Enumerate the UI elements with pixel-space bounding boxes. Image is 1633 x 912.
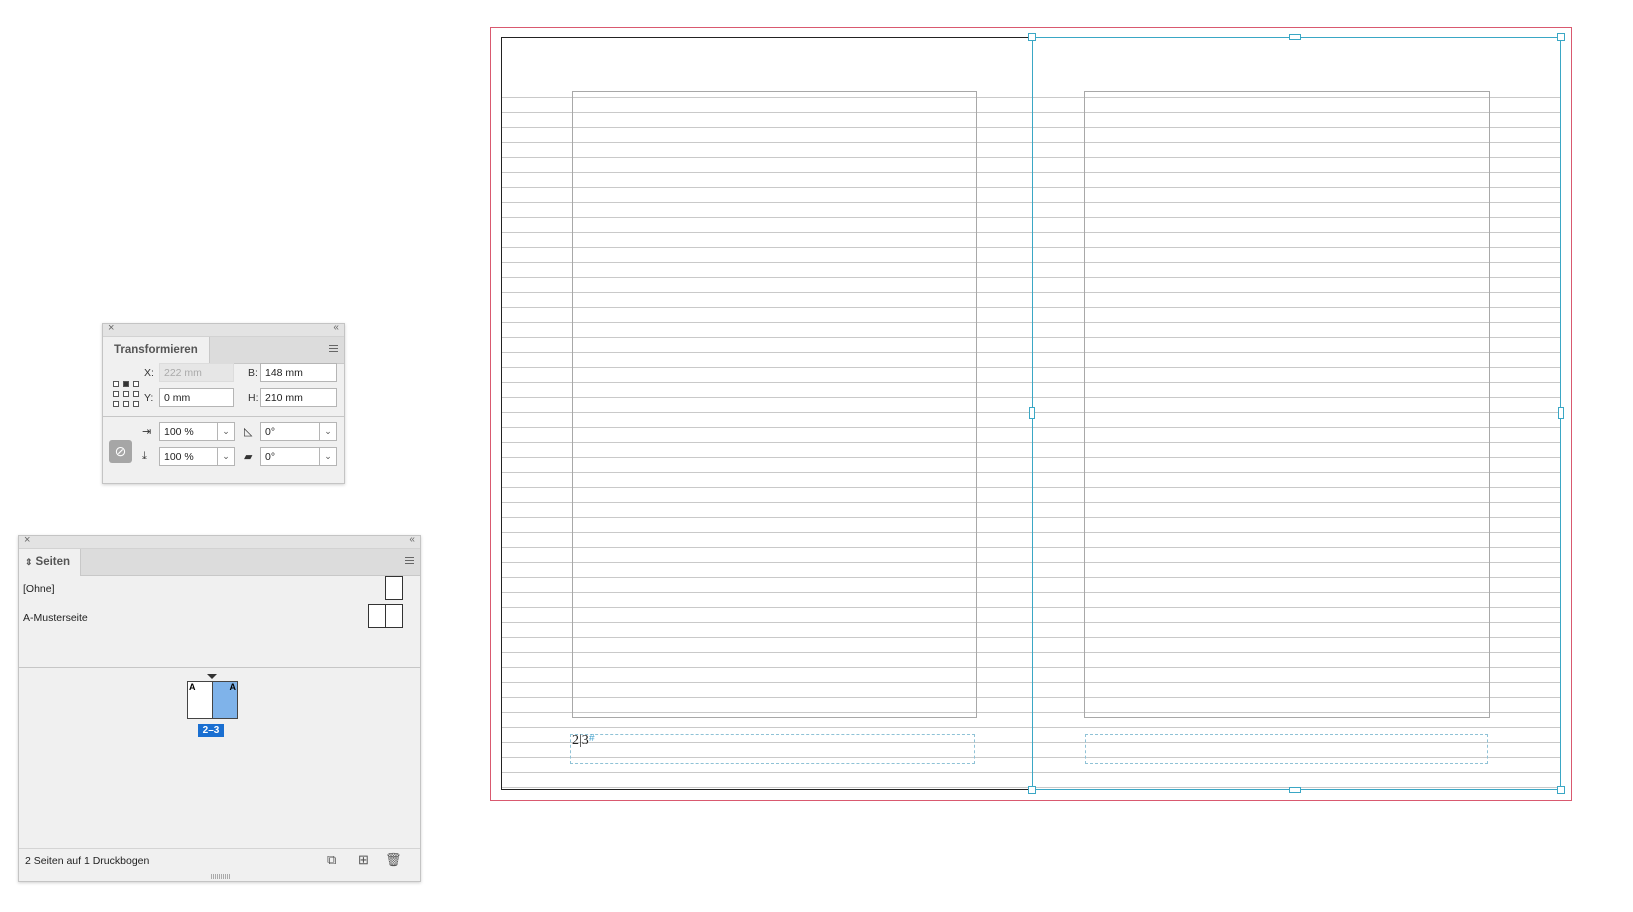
page-2-master-label: A	[189, 682, 196, 692]
scale-y-field[interactable]: 100 %	[159, 447, 218, 466]
selection-handle-top[interactable]	[1289, 34, 1301, 40]
collapse-icon[interactable]: ‹‹	[409, 534, 415, 545]
left-page-number-frame[interactable]	[570, 734, 975, 764]
rotation-dropdown[interactable]: ⌄	[320, 422, 337, 441]
height-field[interactable]: 210 mm	[260, 388, 337, 407]
selection-handle-bottom[interactable]	[1289, 787, 1301, 793]
pages-footer: 2 Seiten auf 1 Druckbogen ⧉ ⊞ 🗑	[19, 848, 420, 871]
page-3-master-label: A	[229, 682, 237, 692]
scale-y-icon: ⤓	[142, 450, 147, 462]
panel-tabbar: Transformieren	[103, 337, 344, 364]
divider	[19, 667, 420, 668]
scale-x-field[interactable]: 100 %	[159, 422, 218, 441]
master-item-none[interactable]: [Ohne]	[23, 583, 55, 595]
tab-transformieren[interactable]: Transformieren	[103, 337, 210, 364]
new-page-icon[interactable]: ⊞	[358, 852, 369, 868]
selection-handle-right[interactable]	[1558, 407, 1564, 419]
shear-field[interactable]: 0°	[260, 447, 320, 466]
y-label: Y:	[144, 392, 154, 404]
page-2-thumbnail[interactable]: A	[187, 681, 213, 719]
panel-tabbar: ⇕ Seiten	[19, 549, 420, 576]
pages-panel: × ‹‹ ⇕ Seiten [Ohne] A-Musterseite A A 2–…	[18, 534, 421, 882]
height-label: H:	[248, 392, 259, 404]
page-size-icon[interactable]: ⧉	[327, 852, 336, 868]
scale-x-icon: ⇥	[142, 426, 152, 438]
collapse-icon[interactable]: ‹‹	[333, 322, 339, 333]
end-of-story-icon: #	[589, 733, 595, 744]
tab-seiten[interactable]: ⇕ Seiten	[19, 549, 82, 576]
panel-menu-icon[interactable]	[405, 557, 414, 566]
master-item-a[interactable]: A-Musterseite	[23, 612, 88, 624]
x-field[interactable]: 222 mm	[159, 363, 234, 382]
constrain-proportions-icon[interactable]: ⊘	[109, 440, 132, 463]
sort-icon: ⇕	[25, 557, 33, 567]
close-icon[interactable]: ×	[108, 322, 114, 334]
panel-titlebar: × ‹‹	[19, 534, 420, 549]
selected-page-frame[interactable]	[1032, 37, 1561, 790]
width-label: B:	[248, 367, 258, 379]
close-icon[interactable]: ×	[24, 534, 30, 546]
page-count-text: 2 Seiten auf 1 Druckbogen	[25, 855, 150, 867]
scale-y-dropdown[interactable]: ⌄	[218, 447, 235, 466]
master-none-thumbnail[interactable]	[385, 576, 403, 600]
left-page-margins	[572, 91, 977, 718]
panel-menu-icon[interactable]	[329, 345, 338, 354]
delete-page-icon[interactable]: 🗑	[385, 852, 402, 868]
selection-handle-bottom-left[interactable]	[1028, 786, 1036, 794]
selection-handle-top-left[interactable]	[1028, 33, 1036, 41]
rotation-field[interactable]: 0°	[260, 422, 320, 441]
spread-thumbnail[interactable]: A A	[187, 681, 239, 719]
panel-titlebar: × ‹‹	[103, 322, 344, 337]
reference-point-icon[interactable]	[113, 381, 140, 408]
divider	[103, 416, 344, 417]
scale-x-dropdown[interactable]: ⌄	[218, 422, 235, 441]
master-a-left-thumbnail[interactable]	[368, 604, 386, 628]
selection-handle-bottom-right[interactable]	[1557, 786, 1565, 794]
shear-icon: ▰	[244, 451, 253, 463]
shear-dropdown[interactable]: ⌄	[320, 447, 337, 466]
transform-panel: × ‹‹ Transformieren X: 222 mm Y: 0 mm B:…	[102, 322, 345, 484]
x-label: X:	[144, 367, 154, 379]
master-a-right-thumbnail[interactable]	[385, 604, 403, 628]
y-field[interactable]: 0 mm	[159, 388, 234, 407]
tab-seiten-label: Seiten	[35, 556, 71, 568]
spread-indicator-icon	[207, 674, 217, 679]
spread-label[interactable]: 2–3	[198, 724, 224, 737]
selection-handle-top-right[interactable]	[1557, 33, 1565, 41]
selection-handle-left[interactable]	[1029, 407, 1035, 419]
rotation-icon: ◺	[244, 426, 253, 438]
page-3-thumbnail[interactable]: A	[212, 681, 238, 719]
page-number-text[interactable]: 2|3	[572, 733, 589, 749]
width-field[interactable]: 148 mm	[260, 363, 337, 382]
resize-grip[interactable]	[211, 874, 231, 879]
